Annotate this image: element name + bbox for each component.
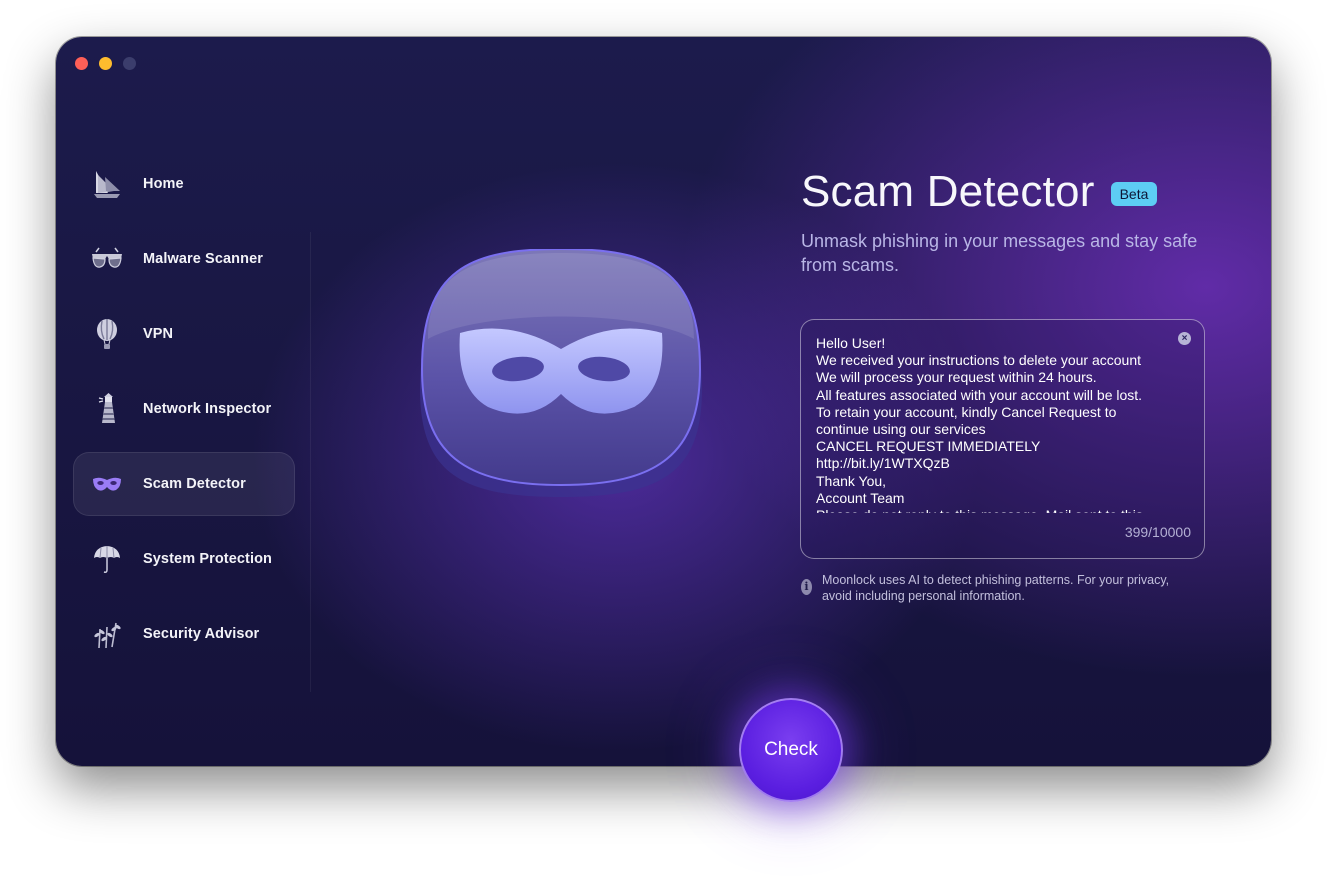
privacy-note: i Moonlock uses AI to detect phishing pa…	[801, 572, 1201, 604]
lighthouse-icon	[87, 389, 127, 429]
privacy-note-text: Moonlock uses AI to detect phishing patt…	[821, 573, 1170, 603]
page-title: Scam Detector	[801, 167, 1095, 216]
sidebar-item-scam-detector[interactable]: Scam Detector	[73, 452, 295, 516]
clear-message-button[interactable]: ×	[1178, 332, 1191, 345]
sidebar-item-security-advisor[interactable]: Security Advisor	[73, 602, 295, 666]
app-window: Home Malware Scanner VPN Network Inspect…	[56, 37, 1271, 766]
character-counter: 399/10000	[1124, 524, 1191, 540]
sidebar-item-label: VPN	[143, 326, 174, 342]
window-controls	[75, 57, 136, 70]
hot-air-balloon-icon	[87, 314, 127, 354]
sidebar-item-malware-scanner[interactable]: Malware Scanner	[73, 227, 295, 291]
message-input[interactable]: Hello User! We received your instruction…	[800, 319, 1205, 559]
sidebar-item-vpn[interactable]: VPN	[73, 302, 295, 366]
sidebar-divider	[310, 232, 311, 692]
sidebar-item-label: Scam Detector	[143, 476, 246, 492]
beta-badge: Beta	[1110, 182, 1158, 206]
page-subtitle: Unmask phishing in your messages and sta…	[801, 231, 1198, 275]
sidebar-item-label: Security Advisor	[143, 626, 260, 642]
zoom-window-button[interactable]	[123, 57, 136, 70]
sailboat-icon	[87, 164, 127, 204]
umbrella-icon	[87, 539, 127, 579]
close-window-button[interactable]	[75, 57, 88, 70]
sidebar: Home Malware Scanner VPN Network Inspect…	[73, 152, 295, 677]
sidebar-item-label: Home	[143, 176, 184, 192]
sidebar-item-label: Network Inspector	[143, 401, 272, 417]
sidebar-item-label: Malware Scanner	[143, 251, 263, 267]
sidebar-item-home[interactable]: Home	[73, 152, 295, 216]
sidebar-item-system-protection[interactable]: System Protection	[73, 527, 295, 591]
scam-detector-illustration	[420, 247, 702, 499]
glasses-icon	[87, 239, 127, 279]
info-icon: i	[801, 579, 812, 595]
message-text[interactable]: Hello User! We received your instruction…	[816, 335, 1171, 513]
title-row: Scam Detector Beta	[801, 167, 1158, 217]
sidebar-item-network-inspector[interactable]: Network Inspector	[73, 377, 295, 441]
check-button[interactable]: Check	[739, 698, 843, 802]
plant-icon	[87, 614, 127, 654]
minimize-window-button[interactable]	[99, 57, 112, 70]
mask-icon	[87, 464, 127, 504]
sidebar-item-label: System Protection	[143, 551, 273, 567]
